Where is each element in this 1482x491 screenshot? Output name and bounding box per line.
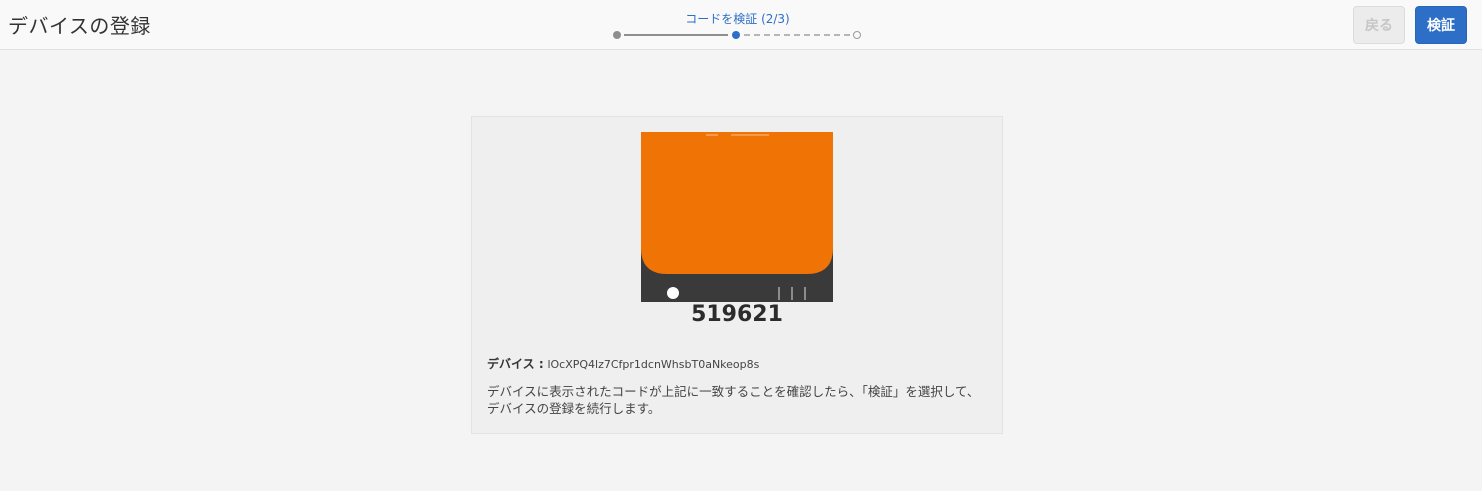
header-bar: デバイスの登録 コードを検証 (2/3) 戻る 検証 (0, 0, 1482, 50)
device-vent-2 (791, 287, 793, 300)
device-info: デバイス : lOcXPQ4lz7Cfpr1dcnWhsbT0aNkeop8s (487, 355, 759, 372)
device-vent-3 (804, 287, 806, 300)
instructions-text: デバイスに表示されたコードが上記に一致することを確認したら、「検証」を選択して、… (487, 384, 980, 416)
back-button[interactable]: 戻る (1353, 6, 1405, 44)
step-label: コードを検証 (2/3) (685, 12, 790, 26)
device-icon (641, 132, 833, 302)
device-led (667, 287, 679, 299)
step-2-dot (732, 31, 740, 39)
device-vent-1 (778, 287, 780, 300)
completed-step-line (624, 34, 728, 36)
speaker-slot-right (731, 134, 769, 136)
progress-stepper: コードを検証 (2/3) (600, 8, 875, 44)
step-track (600, 31, 875, 41)
page-title: デバイスの登録 (8, 14, 151, 38)
step-3-dot (853, 31, 861, 39)
speaker-slot-left (706, 134, 718, 136)
step-1-dot (613, 31, 621, 39)
device-label: デバイス : (487, 357, 544, 371)
verification-card: 519621 デバイス : lOcXPQ4lz7Cfpr1dcnWhsbT0aN… (471, 116, 1003, 434)
pending-step-line (744, 34, 850, 36)
verify-button[interactable]: 検証 (1415, 6, 1467, 44)
device-id: lOcXPQ4lz7Cfpr1dcnWhsbT0aNkeop8s (547, 358, 760, 371)
verification-code: 519621 (691, 302, 783, 327)
device-screen (641, 132, 833, 274)
